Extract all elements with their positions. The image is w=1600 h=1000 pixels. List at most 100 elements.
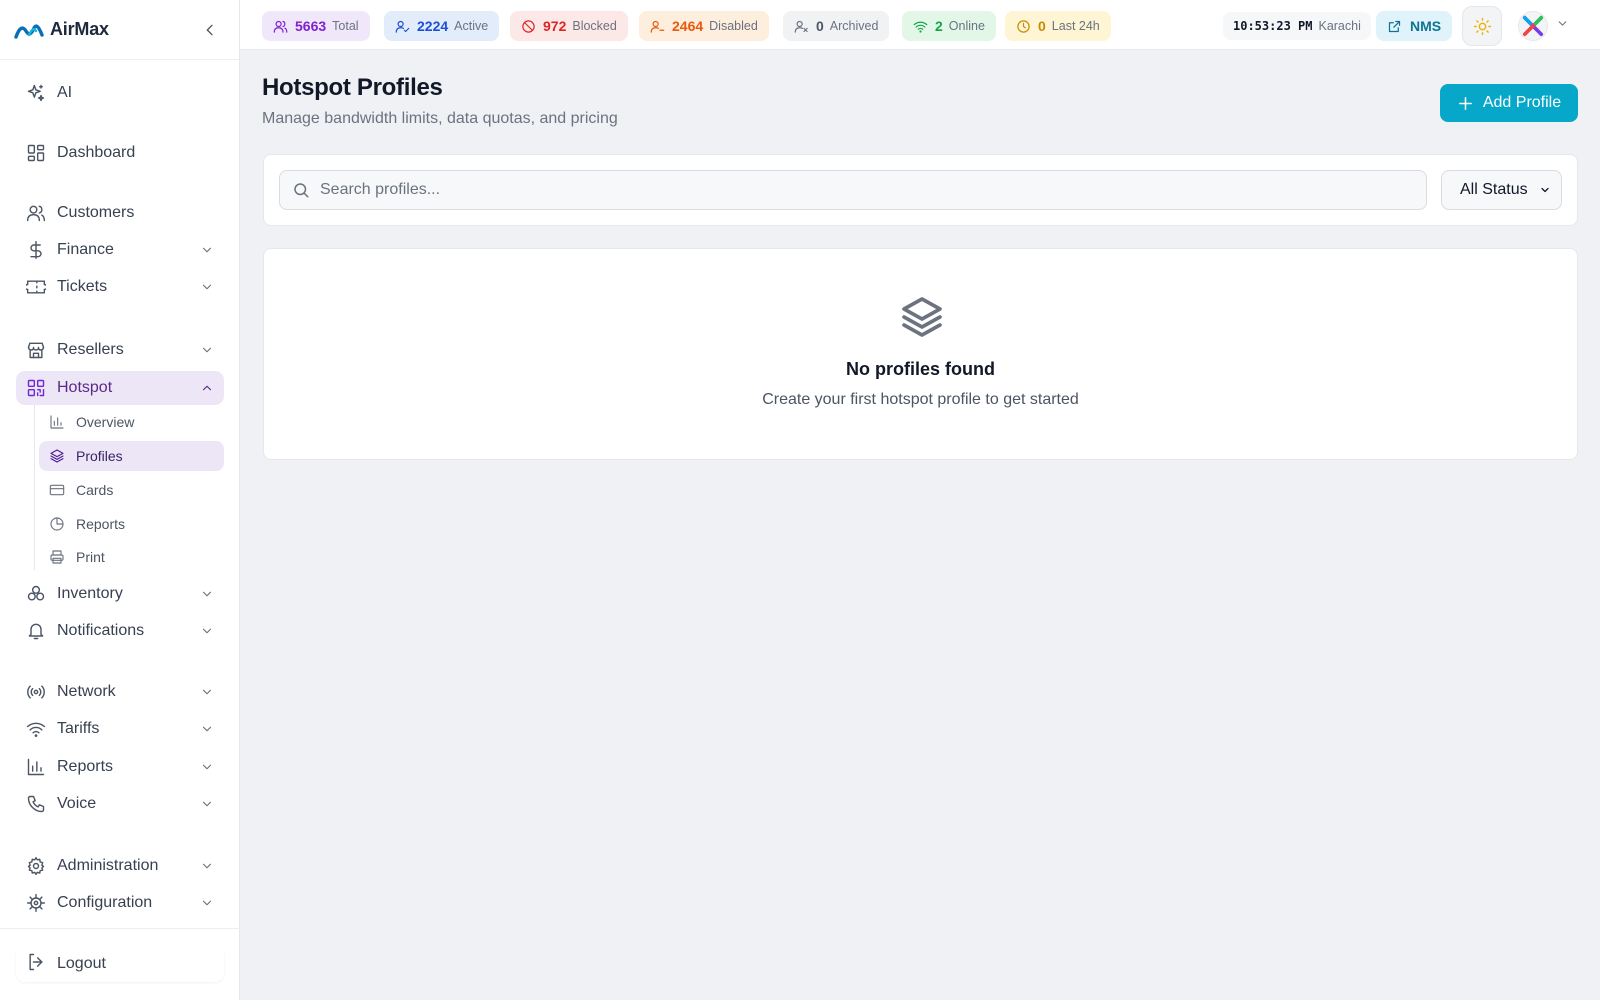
sidebar-item-customers[interactable]: Customers xyxy=(16,196,224,230)
logo-row: AirMax xyxy=(0,0,239,60)
broadcast-icon xyxy=(26,682,46,702)
chevron-down-icon xyxy=(200,243,214,257)
clock-icon xyxy=(1016,19,1031,34)
store-icon xyxy=(26,340,46,360)
stat-label: Archived xyxy=(829,19,879,33)
stat-disabled[interactable]: 2464 Disabled xyxy=(639,11,769,41)
chevron-down-icon xyxy=(200,760,214,774)
sidebar-item-reports[interactable]: Reports xyxy=(16,750,224,784)
qr-icon xyxy=(26,378,46,398)
chevron-down-icon xyxy=(200,859,214,873)
stat-value: 2224 xyxy=(417,18,449,34)
stat-value: 5663 xyxy=(295,18,327,34)
sun-icon xyxy=(1473,17,1491,35)
sidebar-subitem-profiles[interactable]: Profiles xyxy=(39,441,224,471)
chevron-down-icon xyxy=(200,896,214,910)
bell-icon xyxy=(26,621,46,641)
sidebar-item-voice[interactable]: Voice xyxy=(16,787,224,821)
chevron-down-icon xyxy=(200,722,214,736)
sidebar-item-hotspot[interactable]: Hotspot xyxy=(16,371,224,405)
sidebar-item-network[interactable]: Network xyxy=(16,675,224,709)
sidebar-subitem-reports[interactable]: Reports xyxy=(39,509,224,539)
chevron-down-icon xyxy=(200,343,214,357)
stat-label: Total xyxy=(332,19,359,33)
sidebar-item-configuration[interactable]: Configuration xyxy=(16,886,224,920)
layers-icon xyxy=(49,448,65,464)
logout-button[interactable]: Logout xyxy=(16,946,224,982)
sidebar-item-label: Tariffs xyxy=(57,720,100,737)
sidebar-item-administration[interactable]: Administration xyxy=(16,849,224,883)
status-filter-select[interactable]: All Status xyxy=(1441,170,1562,210)
chevron-down-icon xyxy=(200,587,214,601)
avatar xyxy=(1518,11,1548,41)
stat-last-24h[interactable]: 0 Last 24h xyxy=(1005,11,1111,41)
sidebar-item-label: Voice xyxy=(57,795,97,812)
external-link-icon xyxy=(1388,20,1401,32)
stat-value: 972 xyxy=(543,18,567,34)
chevron-left-icon xyxy=(206,24,213,35)
app-name: AirMax xyxy=(50,19,109,39)
logout-icon xyxy=(26,952,46,977)
sidebar-item-label: Customers xyxy=(57,204,135,221)
stat-online[interactable]: 2 Online xyxy=(902,11,996,41)
collapse-sidebar-button[interactable] xyxy=(195,15,225,45)
stat-archived[interactable]: 0 Archived xyxy=(783,11,890,41)
gear-icon xyxy=(26,856,46,876)
clock-timezone: Karachi xyxy=(1318,19,1361,33)
sidebar-item-resellers[interactable]: Resellers xyxy=(16,333,224,367)
sidebar-subitem-overview[interactable]: Overview xyxy=(39,407,224,437)
sidebar-item-label: Tickets xyxy=(57,278,108,295)
sidebar-subitem-label: Cards xyxy=(76,482,114,498)
page-subtitle: Manage bandwidth limits, data quotas, an… xyxy=(262,110,618,127)
add-profile-button[interactable]: Add Profile xyxy=(1440,84,1578,122)
sidebar-item-label: AI xyxy=(57,84,73,101)
empty-state-subtitle: Create your first hotspot profile to get… xyxy=(762,391,1079,408)
add-profile-label: Add Profile xyxy=(1482,94,1562,111)
top-bar: 5663 Total 2224 Active 972 Blocked 2464 … xyxy=(240,0,1600,50)
chevron-down-icon xyxy=(200,624,214,638)
search-input[interactable] xyxy=(320,181,1400,199)
sidebar-item-finance[interactable]: Finance xyxy=(16,233,224,267)
users-icon xyxy=(273,19,288,34)
chevron-down-icon xyxy=(1556,17,1569,35)
sidebar-item-tariffs[interactable]: Tariffs xyxy=(16,712,224,746)
sidebar-item-label: Finance xyxy=(57,241,114,258)
sidebar-item-label: Administration xyxy=(57,857,159,874)
bar-chart-icon xyxy=(26,757,46,777)
phone-icon xyxy=(26,794,46,814)
layers-icon xyxy=(898,293,946,341)
nms-link-button[interactable]: NMS xyxy=(1376,11,1453,41)
sidebar: AirMax AI Dashboard Customers Finance Ti… xyxy=(0,0,240,1000)
theme-toggle-button[interactable] xyxy=(1462,6,1502,46)
sidebar-item-label: Reports xyxy=(57,758,114,775)
user-menu-button[interactable] xyxy=(1518,10,1569,42)
sidebar-item-tickets[interactable]: Tickets xyxy=(16,270,224,304)
stat-label: Disabled xyxy=(709,19,758,33)
chevron-down-icon xyxy=(1541,187,1549,193)
boxes-icon xyxy=(26,584,46,604)
clock: 10:53:23 PM Karachi xyxy=(1223,12,1371,40)
sidebar-item-notifications[interactable]: Notifications xyxy=(16,614,224,648)
status-filter-value: All Status xyxy=(1460,181,1528,198)
wifi-icon xyxy=(913,19,928,34)
user-check-icon xyxy=(395,19,410,34)
sidebar-item-dashboard[interactable]: Dashboard xyxy=(16,136,224,170)
search-icon xyxy=(294,183,309,198)
plus-icon xyxy=(1458,96,1472,110)
sidebar-subitem-print[interactable]: Print xyxy=(39,542,224,572)
page-title: Hotspot Profiles xyxy=(262,74,443,101)
sidebar-item-inventory[interactable]: Inventory xyxy=(16,577,224,611)
stat-blocked[interactable]: 972 Blocked xyxy=(510,11,628,41)
empty-state-title: No profiles found xyxy=(846,359,995,379)
stat-active[interactable]: 2224 Active xyxy=(384,11,500,41)
stat-total[interactable]: 5663 Total xyxy=(262,11,370,41)
grid-icon xyxy=(26,143,46,163)
stat-label: Last 24h xyxy=(1051,19,1100,33)
sidebar-divider xyxy=(0,928,240,929)
avatar-logo-icon xyxy=(1522,15,1544,37)
sidebar-item-ai[interactable]: AI xyxy=(16,76,224,110)
stat-value: 2464 xyxy=(672,18,704,34)
airmax-logo-icon xyxy=(14,23,44,39)
search-box[interactable] xyxy=(279,170,1427,210)
sidebar-subitem-cards[interactable]: Cards xyxy=(39,475,224,505)
